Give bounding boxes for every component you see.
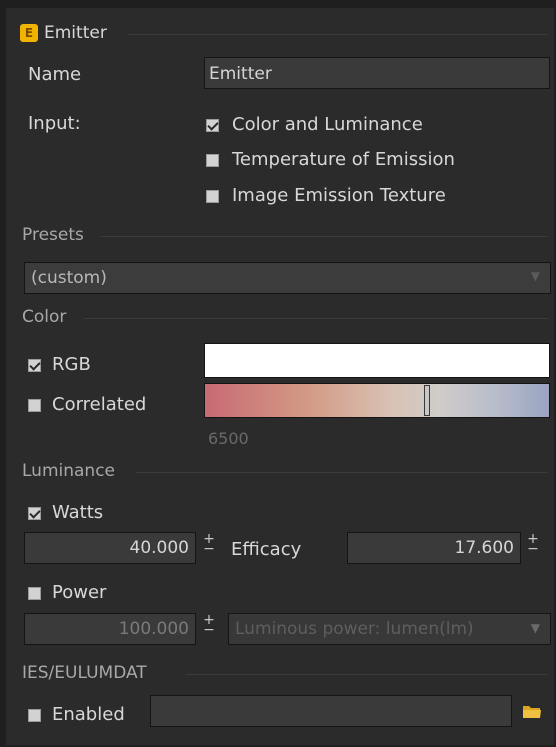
emitter-separator: [128, 34, 548, 35]
presets-selected-value: (custom): [31, 268, 107, 288]
power-stepper[interactable]: + −: [203, 613, 215, 637]
temperature-emission-label: Temperature of Emission: [232, 149, 455, 170]
watts-stepper[interactable]: + −: [203, 532, 215, 556]
watts-checkbox[interactable]: [28, 507, 41, 520]
color-section-title: Color: [22, 307, 67, 327]
folder-icon[interactable]: [522, 703, 542, 718]
emitter-section-title: Emitter: [44, 23, 107, 43]
efficacy-stepper[interactable]: + −: [527, 532, 539, 556]
watts-label: Watts: [52, 502, 104, 523]
image-emission-texture-checkbox[interactable]: [206, 190, 219, 203]
temperature-value: 6500: [208, 429, 249, 448]
rgb-checkbox[interactable]: [28, 359, 41, 372]
efficacy-label: Efficacy: [231, 539, 302, 560]
rgb-color-swatch[interactable]: [204, 343, 550, 378]
input-label: Input:: [28, 113, 81, 134]
ies-enabled-label: Enabled: [52, 704, 125, 725]
name-label: Name: [28, 64, 82, 85]
ies-file-input[interactable]: [150, 695, 512, 727]
luminance-section-title: Luminance: [22, 461, 116, 481]
temperature-slider-handle[interactable]: [424, 385, 430, 416]
correlated-checkbox[interactable]: [28, 399, 41, 412]
power-label: Power: [52, 582, 107, 603]
color-separator: [84, 318, 548, 319]
color-temperature-slider[interactable]: [204, 383, 550, 418]
emitter-badge-icon: E: [20, 24, 38, 42]
ies-section-title: IES/EULUMDAT: [22, 663, 147, 683]
watts-input[interactable]: 40.000: [24, 532, 196, 564]
color-luminance-checkbox[interactable]: [206, 119, 219, 132]
correlated-label: Correlated: [52, 394, 147, 415]
rgb-label: RGB: [52, 354, 91, 375]
power-checkbox[interactable]: [28, 587, 41, 600]
luminance-separator: [136, 472, 548, 473]
chevron-down-icon: ▼: [530, 621, 540, 635]
chevron-down-icon: ▼: [530, 269, 540, 283]
power-unit-dropdown[interactable]: Luminous power: lumen(lm) ▼: [228, 613, 551, 645]
ies-enabled-checkbox[interactable]: [28, 709, 41, 722]
temperature-emission-checkbox[interactable]: [206, 154, 219, 167]
presets-section-title: Presets: [22, 225, 84, 245]
ies-separator: [186, 674, 548, 675]
image-emission-texture-label: Image Emission Texture: [232, 185, 446, 206]
efficacy-input[interactable]: 17.600: [347, 532, 521, 564]
name-input[interactable]: Emitter: [204, 57, 550, 89]
power-input[interactable]: 100.000: [24, 613, 196, 645]
presets-dropdown[interactable]: (custom) ▼: [24, 262, 551, 294]
color-luminance-label: Color and Luminance: [232, 114, 423, 135]
presets-separator: [100, 236, 548, 237]
power-unit-value: Luminous power: lumen(lm): [235, 619, 474, 639]
